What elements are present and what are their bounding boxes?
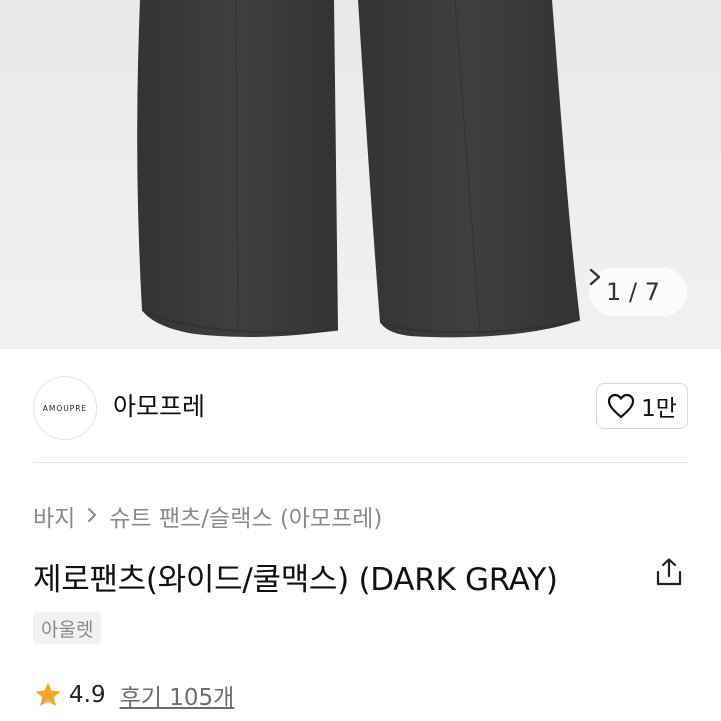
divider (33, 462, 688, 463)
breadcrumb-item-subcategory[interactable]: 슈트 팬츠/슬랙스 (아모프레) (109, 499, 382, 533)
share-button[interactable] (653, 556, 685, 588)
share-icon (656, 558, 682, 586)
star-icon (35, 682, 61, 706)
seller-name[interactable]: 아모프레 (113, 387, 205, 423)
like-count: 1만 (641, 396, 677, 422)
rating-summary: 4.9 후기 105개 (33, 678, 234, 712)
product-title: 제로팬츠(와이드/쿨맥스) (DARK GRAY) (33, 562, 558, 598)
heart-outline-icon (607, 393, 635, 419)
seller-logo[interactable]: AMOUPRE (33, 376, 97, 440)
reviews-link[interactable]: 후기 105개 (120, 678, 235, 712)
chevron-right-icon (87, 504, 97, 529)
breadcrumb-item-category[interactable]: 바지 (33, 499, 75, 533)
outlet-tag: 아울렛 (33, 612, 102, 644)
rating-score: 4.9 (69, 682, 106, 708)
breadcrumb: 바지 슈트 팬츠/슬랙스 (아모프레) (33, 499, 382, 533)
outlet-tag-label: 아울렛 (41, 618, 94, 641)
like-button[interactable]: 1만 (596, 383, 688, 429)
product-image-gallery[interactable]: 1 / 7 (0, 0, 721, 349)
seller-logo-text: AMOUPRE (42, 403, 88, 413)
gallery-counter: 1 / 7 (606, 278, 660, 306)
gallery-next-button[interactable]: 1 / 7 (589, 268, 687, 316)
